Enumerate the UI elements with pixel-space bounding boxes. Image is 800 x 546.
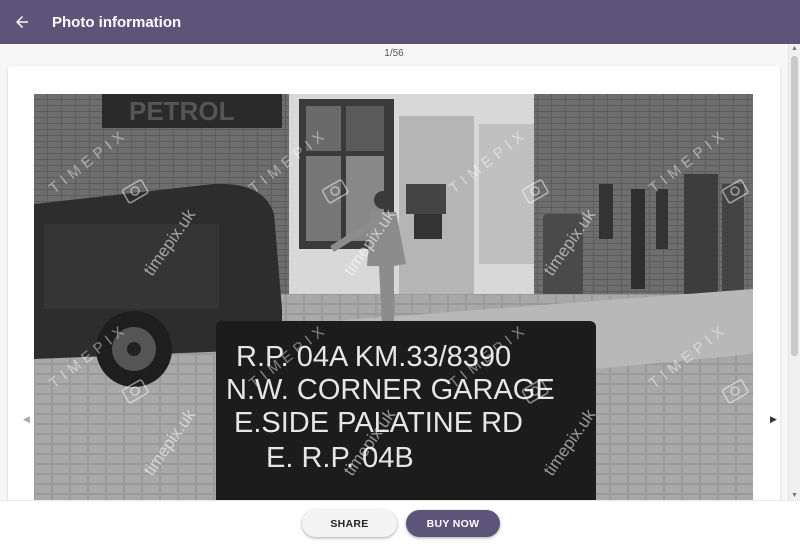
scroll-up-icon[interactable]: ▲ bbox=[791, 45, 798, 52]
photo-card: PETROL R.P. 04A KM.33/8390 N.W. CORNER G… bbox=[8, 66, 780, 506]
photo-counter: 1/56 bbox=[384, 48, 404, 59]
photo-viewer[interactable]: PETROL R.P. 04A KM.33/8390 N.W. CORNER G… bbox=[34, 94, 753, 506]
page-title: Photo information bbox=[52, 13, 182, 31]
buy-now-button[interactable]: BUY NOW bbox=[406, 510, 500, 537]
app-bar: Photo information bbox=[0, 0, 800, 44]
next-photo-icon[interactable]: ▶ bbox=[770, 414, 777, 425]
back-button[interactable] bbox=[0, 0, 44, 44]
petrol-sign-text: PETROL bbox=[129, 96, 235, 126]
share-button[interactable]: SHARE bbox=[302, 510, 397, 537]
action-bar: SHARE BUY NOW bbox=[0, 500, 800, 546]
arrow-left-icon bbox=[16, 16, 28, 28]
scrollbar-thumb[interactable] bbox=[791, 56, 798, 356]
scroll-down-icon[interactable]: ▼ bbox=[791, 492, 798, 499]
historic-photo: PETROL R.P. 04A KM.33/8390 N.W. CORNER G… bbox=[34, 94, 753, 506]
board-line-2: N.W. CORNER GARAGE bbox=[226, 374, 555, 406]
scrollbar[interactable]: ▲ ▼ bbox=[788, 44, 800, 500]
previous-photo-icon[interactable]: ◀ bbox=[23, 414, 30, 425]
